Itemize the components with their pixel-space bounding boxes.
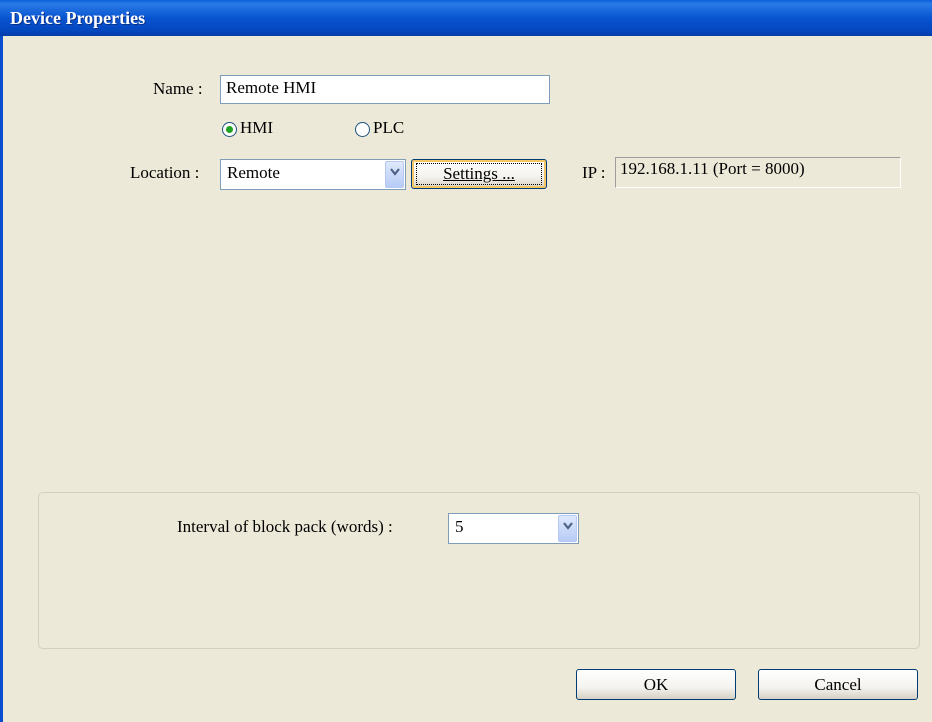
location-select[interactable]: Remote	[220, 159, 406, 190]
hmi-radio[interactable]	[222, 122, 237, 137]
window-border	[0, 36, 3, 722]
hmi-radio-label[interactable]: HMI	[240, 118, 273, 138]
radio-selected-dot	[226, 126, 233, 133]
window-title: Device Properties	[10, 8, 146, 28]
settings-button[interactable]: Settings ...	[411, 159, 547, 189]
location-label: Location :	[130, 163, 200, 182]
ok-button-label: OK	[643, 675, 669, 694]
name-input[interactable]: Remote HMI	[220, 75, 550, 104]
ip-label: IP :	[582, 163, 606, 182]
title-bar[interactable]: Device Properties	[0, 0, 932, 36]
settings-button-label: Settings ...	[443, 164, 515, 183]
location-select-value: Remote	[227, 163, 280, 182]
ip-display: 192.168.1.11 (Port = 8000)	[615, 157, 901, 188]
cancel-button[interactable]: Cancel	[758, 669, 918, 700]
block-pack-select[interactable]: 5	[448, 513, 579, 544]
ok-button[interactable]: OK	[576, 669, 736, 700]
name-label: Name :	[153, 79, 203, 98]
name-input-value: Remote HMI	[226, 78, 317, 97]
chevron-down-icon[interactable]	[558, 515, 577, 542]
cancel-button-label: Cancel	[814, 675, 862, 694]
ip-value: 192.168.1.11 (Port = 8000)	[620, 159, 805, 178]
block-pack-label: Interval of block pack (words) :	[177, 517, 393, 536]
chevron-down-icon[interactable]	[385, 161, 404, 188]
plc-radio-label[interactable]: PLC	[373, 118, 404, 138]
plc-radio[interactable]	[355, 122, 370, 137]
device-properties-dialog: Device Properties Name : Remote HMI HMI …	[0, 0, 932, 722]
block-pack-select-value: 5	[455, 517, 464, 536]
